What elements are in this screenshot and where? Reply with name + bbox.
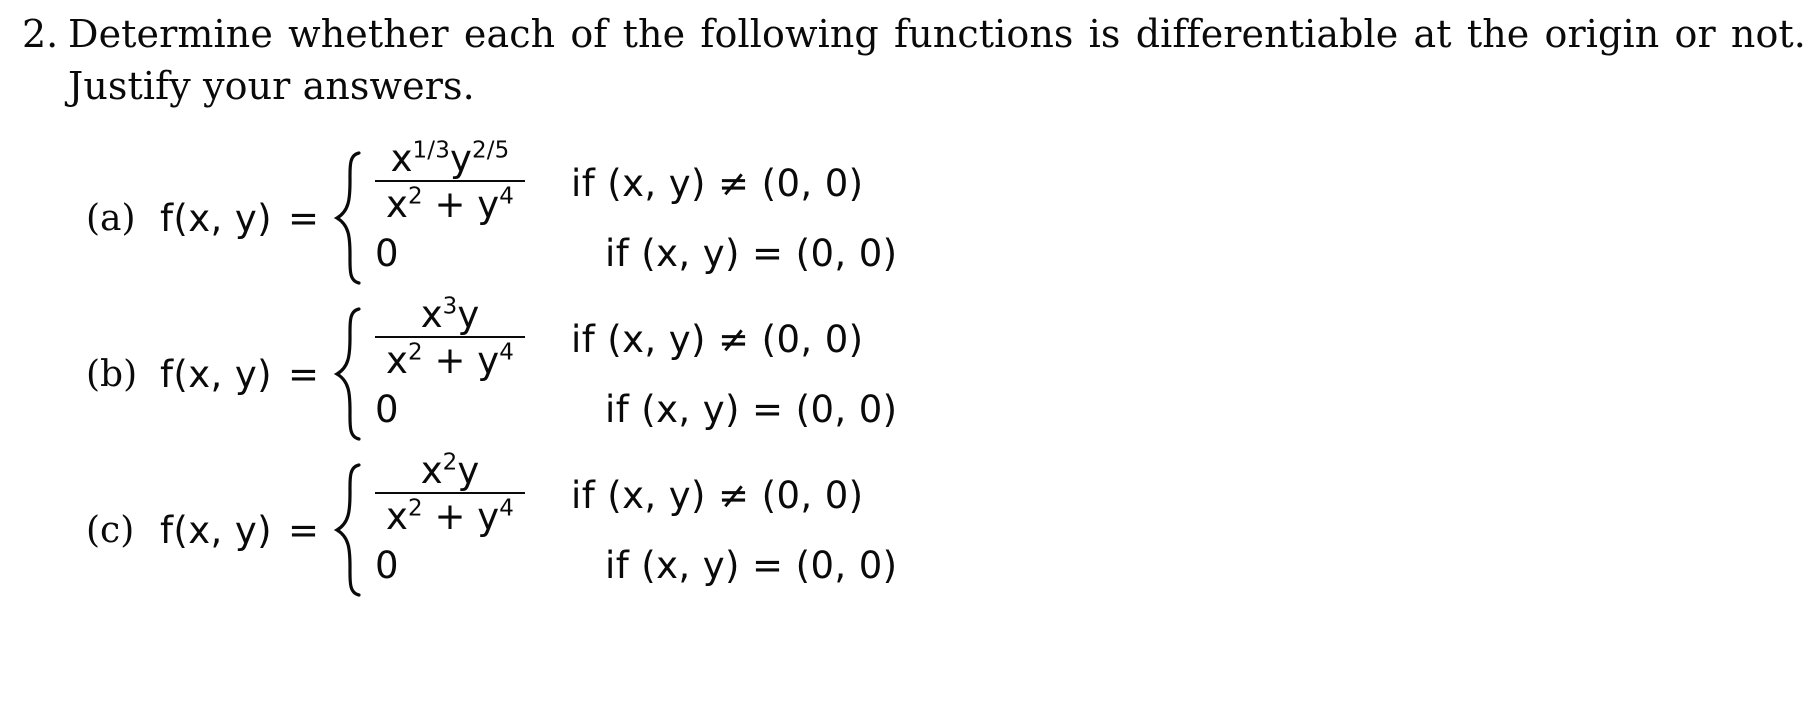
case-value-c-2: 0 <box>375 547 571 584</box>
denominator-exponent1-b: 2 <box>407 339 423 366</box>
case-row-c-2: 0 if (x, y) = (0, 0) <box>375 530 1186 600</box>
case-value-a-1: x1/3y2/5 x2 + y4 <box>375 136 571 225</box>
denominator-base2-a: y <box>477 182 500 226</box>
problem-line-2: Justify your answers. <box>68 64 475 108</box>
math-item-c-row: (c) f(x, y) = x2y x2 + y4 if (x, y) ≠ (0… <box>86 451 1186 608</box>
math-item-b-row: (b) f(x, y) = x3y x2 + y4 if (x, y) ≠ (0… <box>86 295 1186 452</box>
denominator-operator-b: + <box>434 338 466 382</box>
function-head-c: f(x, y) <box>160 508 273 552</box>
denominator-operator-a: + <box>434 182 466 226</box>
item-label-b: (b) <box>86 353 138 395</box>
item-label-c: (c) <box>86 509 135 551</box>
denominator-base2-c: y <box>477 494 500 538</box>
fraction-numerator-b: x3y <box>415 292 486 336</box>
math-item-a: (a) f(x, y) = x1/3y2/5 x2 + y4 if (x, y)… <box>86 139 1186 296</box>
case-value-b-2: 0 <box>375 391 571 428</box>
case-row-a-1: x1/3y2/5 x2 + y4 if (x, y) ≠ (0, 0) <box>375 139 1186 223</box>
equals-sign-a: = <box>288 196 320 240</box>
curly-brace-icon-c <box>333 463 363 597</box>
fraction-denominator-b: x2 + y4 <box>380 338 520 379</box>
numerator-exponent-b-1: 3 <box>442 293 458 320</box>
denominator-exponent2-b: 4 <box>499 339 514 366</box>
denominator-exponent2-c: 4 <box>499 495 514 522</box>
math-item-b: (b) f(x, y) = x3y x2 + y4 if (x, y) ≠ (0… <box>86 295 1186 452</box>
case-condition-a-1: if (x, y) ≠ (0, 0) <box>571 161 864 205</box>
cases-b: x3y x2 + y4 if (x, y) ≠ (0, 0) 0 if (x, … <box>375 295 1186 444</box>
fraction-c: x2y x2 + y4 <box>375 448 526 535</box>
denominator-exponent2-a: 4 <box>499 183 514 210</box>
numerator-base-a: x <box>390 136 413 180</box>
case-condition-c-1: if (x, y) ≠ (0, 0) <box>571 473 864 517</box>
case-row-b-1: x3y x2 + y4 if (x, y) ≠ (0, 0) <box>375 295 1186 379</box>
curly-brace-icon-b <box>333 307 363 441</box>
case-value-b-1: x3y x2 + y4 <box>375 292 571 381</box>
function-head-b: f(x, y) <box>160 352 273 396</box>
item-label-a: (a) <box>86 197 136 239</box>
denominator-operator-c: + <box>434 494 466 538</box>
case-row-a-2: 0 if (x, y) = (0, 0) <box>375 218 1186 288</box>
case-row-b-2: 0 if (x, y) = (0, 0) <box>375 374 1186 444</box>
problem-heading-row: 2. Determine whether each of the followi… <box>22 8 1806 112</box>
denominator-exponent1-c: 2 <box>407 495 423 522</box>
numerator-base-c: x <box>420 448 443 492</box>
piecewise-function-list: (a) f(x, y) = x1/3y2/5 x2 + y4 if (x, y)… <box>86 139 1186 608</box>
fraction-denominator-a: x2 + y4 <box>380 182 520 223</box>
denominator-base2-b: y <box>477 338 500 382</box>
case-value-c-1: x2y x2 + y4 <box>375 448 571 537</box>
problem-line-1: Determine whether each of the following … <box>68 12 1806 56</box>
numerator-exponent-a-1: 1/3 <box>412 137 451 164</box>
math-item-a-row: (a) f(x, y) = x1/3y2/5 x2 + y4 if (x, y)… <box>86 139 1186 296</box>
numerator-var2-c: y <box>457 448 480 492</box>
case-scalar-c-2: 0 <box>375 543 399 587</box>
numerator-base-b: x <box>420 292 443 336</box>
equals-sign-b: = <box>288 352 320 396</box>
math-item-c: (c) f(x, y) = x2y x2 + y4 if (x, y) ≠ (0… <box>86 451 1186 608</box>
fraction-denominator-c: x2 + y4 <box>380 494 520 535</box>
case-condition-b-2: if (x, y) = (0, 0) <box>605 387 898 431</box>
function-head-a: f(x, y) <box>160 196 273 240</box>
denominator-base1-a: x <box>386 182 408 226</box>
fraction-b: x3y x2 + y4 <box>375 292 526 379</box>
cases-c: x2y x2 + y4 if (x, y) ≠ (0, 0) 0 if (x, … <box>375 451 1186 600</box>
case-scalar-a-2: 0 <box>375 231 399 275</box>
fraction-a: x1/3y2/5 x2 + y4 <box>375 136 526 223</box>
problem-number: 2. <box>22 12 59 56</box>
curly-brace-icon-a <box>333 151 363 285</box>
denominator-base1-c: x <box>386 494 408 538</box>
cases-a: x1/3y2/5 x2 + y4 if (x, y) ≠ (0, 0) 0 if… <box>375 139 1186 288</box>
fraction-numerator-c: x2y <box>415 448 486 492</box>
case-condition-a-2: if (x, y) = (0, 0) <box>605 231 898 275</box>
case-scalar-b-2: 0 <box>375 387 399 431</box>
equals-sign-c: = <box>288 508 320 552</box>
problem-text: Determine whether each of the following … <box>68 8 1806 112</box>
denominator-base1-b: x <box>386 338 408 382</box>
case-condition-c-2: if (x, y) = (0, 0) <box>605 543 898 587</box>
problem-statement: 2. Determine whether each of the followi… <box>22 8 1806 112</box>
numerator-var2-b: y <box>457 292 480 336</box>
numerator-var2-a: y <box>450 136 472 180</box>
case-row-c-1: x2y x2 + y4 if (x, y) ≠ (0, 0) <box>375 451 1186 535</box>
numerator-exponent-a-2: 2/5 <box>471 137 510 164</box>
fraction-numerator-a: x1/3y2/5 <box>385 136 516 180</box>
numerator-exponent-c-1: 2 <box>442 449 458 476</box>
case-condition-b-1: if (x, y) ≠ (0, 0) <box>571 317 864 361</box>
denominator-exponent1-a: 2 <box>407 183 423 210</box>
case-value-a-2: 0 <box>375 235 571 272</box>
